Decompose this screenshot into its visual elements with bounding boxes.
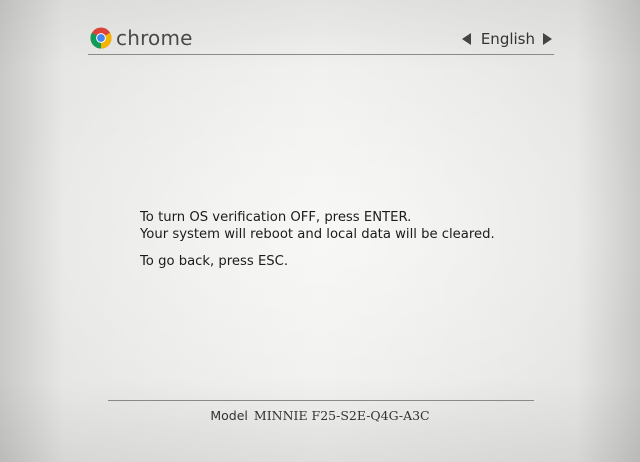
triangle-right-icon[interactable]: [543, 33, 552, 45]
triangle-left-icon[interactable]: [461, 33, 471, 45]
verification-message: To turn OS verification OFF, press ENTER…: [140, 210, 495, 271]
header-divider: [88, 54, 554, 55]
message-line-esc: To go back, press ESC.: [140, 254, 289, 269]
model-value: MINNIE F25-S2E-Q4G-A3C: [253, 408, 430, 423]
brand: chrome: [90, 26, 193, 50]
chrome-logo-icon: [90, 27, 112, 49]
language-label[interactable]: English: [481, 30, 535, 48]
message-spacer: [140, 243, 495, 254]
brand-name: chrome: [116, 26, 193, 50]
message-line-enter: To turn OS verification OFF, press ENTER…: [140, 210, 412, 225]
header: chrome English: [88, 24, 554, 54]
language-selector[interactable]: English: [461, 30, 552, 48]
message-line-reboot: Your system will reboot and local data w…: [140, 226, 495, 242]
footer-divider: [108, 400, 534, 401]
model-info: Model MINNIE F25-S2E-Q4G-A3C: [0, 408, 640, 423]
model-label: Model: [210, 408, 248, 423]
